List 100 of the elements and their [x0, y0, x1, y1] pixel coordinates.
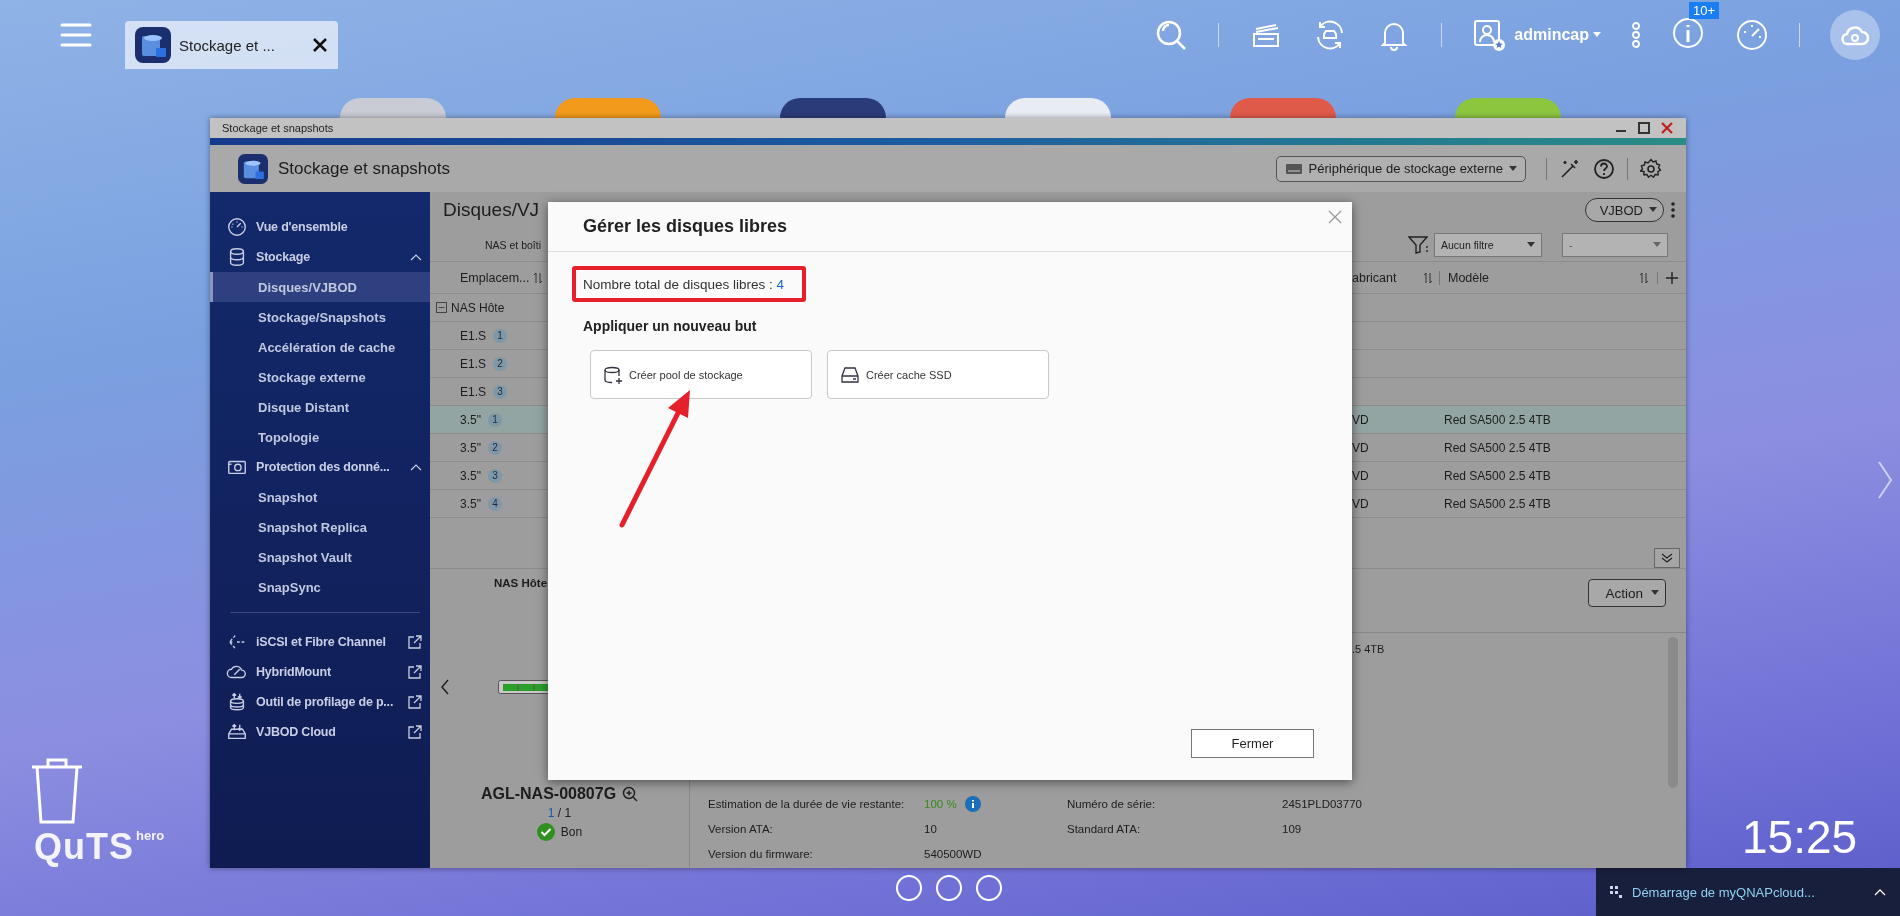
slot-cell: 3.5": [460, 412, 481, 427]
group-label: NAS Hôte: [451, 300, 505, 315]
slot-number-badge: 3: [493, 384, 507, 399]
sidebar-item[interactable]: Vue d'ensemble: [210, 212, 430, 242]
device-dropdown[interactable]: Périphérique de stockage externe: [1275, 155, 1526, 182]
subtab[interactable]: NAS et boîti: [430, 238, 548, 251]
check-icon: [536, 823, 555, 841]
external-link-icon[interactable]: [408, 725, 422, 739]
detail-value: 109: [1282, 822, 1302, 835]
sidebar-link[interactable]: HybridMount: [256, 665, 331, 679]
info-icon[interactable]: [964, 795, 981, 812]
add-icon[interactable]: [1657, 271, 1678, 284]
section-title: Appliquer un nouveau but: [583, 318, 758, 334]
table-cell-text: VD: [1352, 496, 1370, 511]
sort-icon[interactable]: [533, 271, 544, 284]
grid-icon: [1610, 886, 1622, 898]
detail-value: 2451PLD03770: [1282, 797, 1362, 810]
filter-icon[interactable]: [1408, 235, 1428, 254]
slot-cell: E1.S: [460, 328, 486, 343]
app-tab[interactable]: Stockage et ...: [125, 21, 338, 69]
slot-number-badge: 1: [487, 412, 502, 427]
sidebar-subitem[interactable]: SnapSync: [210, 572, 430, 602]
desktop-app-icon[interactable]: [780, 98, 886, 118]
magic-wand-icon[interactable]: [1559, 157, 1581, 180]
collapse-button[interactable]: [1654, 548, 1680, 568]
filter-value-dropdown[interactable]: -: [1562, 232, 1668, 257]
sidebar-link[interactable]: VJBOD Cloud: [256, 725, 336, 739]
collapse-icon[interactable]: [436, 302, 447, 313]
nas-device-drawing: [498, 680, 550, 694]
close-icon[interactable]: [312, 37, 328, 53]
detail-label: Version du firmware:: [708, 847, 813, 860]
logo-edition: hero: [136, 828, 165, 843]
logo-text: QuTS: [34, 826, 134, 868]
table-cell-text: Red SA500 2.5 4TB: [1443, 468, 1552, 483]
action-dropdown[interactable]: Action: [1588, 579, 1666, 607]
column-header[interactable]: Emplacem...: [430, 270, 548, 285]
chevron-up-icon[interactable]: [410, 463, 422, 471]
vjbod-dropdown[interactable]: VJBOD: [1584, 198, 1664, 222]
drive-icon: [1284, 161, 1303, 176]
detail-value: 100 %: [924, 797, 957, 810]
detail-value: 540500WD: [924, 847, 982, 860]
column-header[interactable]: Modèle: [1439, 270, 1657, 285]
sidebar-subitem[interactable]: Snapshot Vault: [210, 542, 430, 572]
slot-cell: E1.S: [460, 356, 486, 371]
page-indicator: 1 / 1: [547, 806, 572, 820]
help-icon[interactable]: [1593, 157, 1615, 180]
sort-icon[interactable]: [1639, 271, 1649, 284]
filter-dropdown[interactable]: Aucun filtre: [1434, 232, 1542, 257]
sidebar-subitem[interactable]: Topologie: [210, 422, 430, 452]
table-cell-text: Red SA500 2.5 4TB: [1443, 440, 1552, 455]
sidebar-subitem[interactable]: Snapshot: [210, 482, 430, 512]
external-link-icon[interactable]: [408, 635, 422, 649]
sidebar-subitem[interactable]: Stockage externe: [210, 362, 430, 392]
page-heading: Disques/VJ: [442, 199, 541, 221]
drive-add-icon: [840, 364, 860, 385]
database-add-icon: [603, 364, 623, 385]
sidebar-subitem[interactable]: Stockage/Snapshots: [210, 302, 430, 332]
sidebar-link[interactable]: iSCSI et Fibre Channel: [256, 635, 386, 649]
settings-icon[interactable]: [1640, 157, 1662, 180]
cloud-button[interactable]: [1830, 10, 1880, 60]
sort-icon[interactable]: [1423, 271, 1433, 284]
more-icon[interactable]: [1670, 201, 1676, 219]
notification-badge: 10+: [1689, 2, 1720, 19]
slot-number-badge: 3: [487, 468, 502, 483]
sidebar-item[interactable]: Stockage: [210, 242, 430, 272]
zoom-in-icon[interactable]: [622, 786, 639, 802]
chevron-left-icon[interactable]: [440, 679, 450, 695]
table-cell-text: VD: [1352, 412, 1370, 427]
table-cell-text: VD: [1352, 468, 1370, 483]
slot-number-badge: 1: [493, 328, 507, 343]
model-text: .5 4TB: [1352, 643, 1386, 655]
maximize-icon[interactable]: [1637, 121, 1651, 135]
sidebar-item[interactable]: Protection des donné...: [210, 452, 430, 482]
more-icon[interactable]: [1631, 22, 1641, 48]
chevron-up-icon[interactable]: [410, 253, 422, 261]
sidebar-subitem[interactable]: Disques/VJBOD: [210, 272, 430, 302]
column-header[interactable]: abricant: [1352, 270, 1439, 285]
detail-label: Version ATA:: [708, 822, 773, 835]
app-icon: [135, 27, 171, 63]
gauge-icon[interactable]: [1735, 18, 1769, 52]
slot-cell: 3.5": [460, 496, 481, 511]
sidebar-subitem[interactable]: Disque Distant: [210, 392, 430, 422]
sidebar-link[interactable]: Outil de profilage de p...: [256, 695, 394, 709]
menu-icon[interactable]: [60, 21, 92, 49]
notification-bar[interactable]: Démarrage de myQNAPcloud...: [1596, 868, 1900, 916]
slot-cell: E1.S: [460, 384, 486, 399]
sidebar-subitem[interactable]: Snapshot Replica: [210, 512, 430, 542]
option-button[interactable]: Créer pool de stockage: [590, 350, 812, 399]
external-link-icon[interactable]: [408, 695, 422, 709]
user-icon[interactable]: [1472, 18, 1507, 52]
free-disk-count: Nombre total de disques libres : 4: [583, 276, 785, 292]
caret-icon: [1651, 590, 1659, 596]
info-icon[interactable]: [1671, 16, 1705, 50]
app-icon: [238, 153, 268, 184]
status-text: Bon: [560, 825, 583, 839]
sidebar-subitem[interactable]: Accélération de cache: [210, 332, 430, 362]
option-button[interactable]: Créer cache SSD: [827, 350, 1049, 399]
caret-icon: [1649, 207, 1657, 213]
close-button[interactable]: Fermer: [1191, 729, 1314, 758]
external-link-icon[interactable]: [408, 665, 422, 679]
